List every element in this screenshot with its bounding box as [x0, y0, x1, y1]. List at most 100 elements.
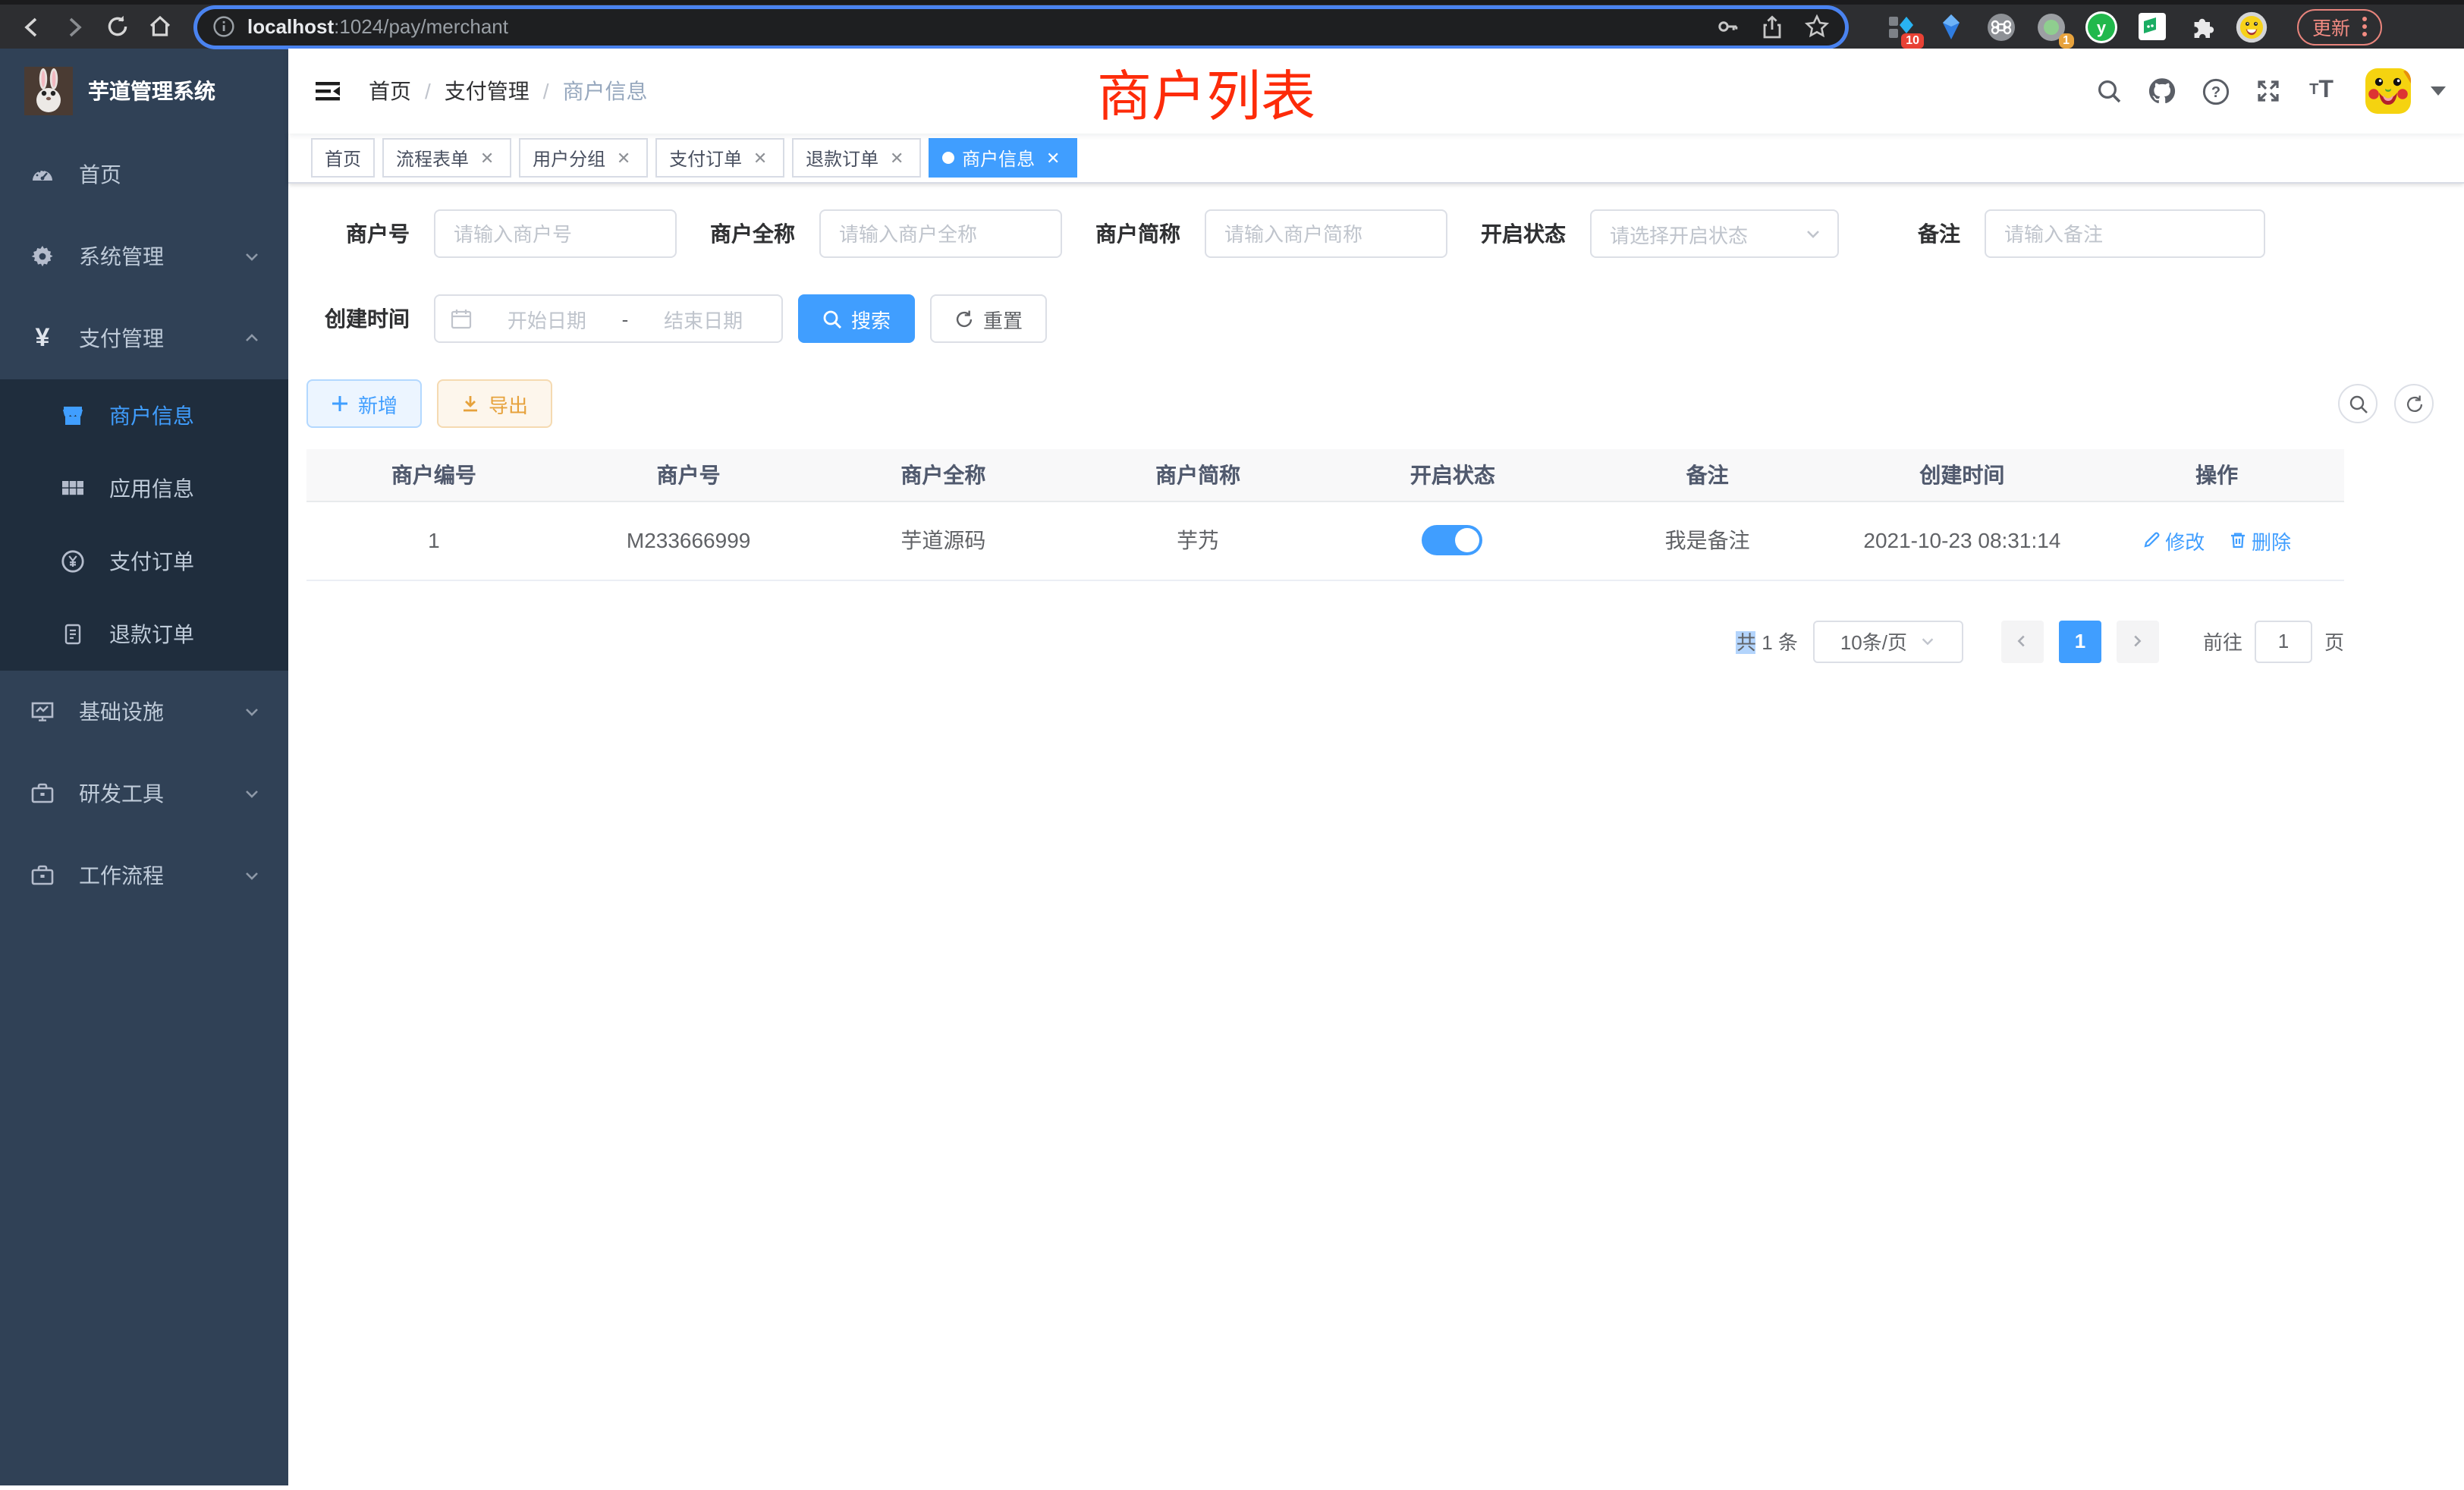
browser-back-icon[interactable]	[15, 10, 49, 43]
extension-y-icon[interactable]: y	[2085, 10, 2118, 43]
gear-icon	[30, 244, 55, 269]
tab-label: 首页	[325, 145, 361, 171]
sidebar-collapse-icon[interactable]	[311, 74, 344, 108]
merchant-no-input[interactable]	[434, 209, 677, 258]
screen: localhost:1024/pay/merchant 10	[0, 0, 2464, 1490]
close-icon[interactable]: ✕	[750, 147, 771, 168]
search-button[interactable]: 搜索	[798, 294, 915, 343]
viewport: localhost:1024/pay/merchant 10	[0, 0, 2464, 1490]
browser-home-icon[interactable]	[143, 10, 176, 43]
sidebar-item-refund-order[interactable]: 退款订单	[0, 598, 288, 671]
close-icon[interactable]: ✕	[613, 147, 634, 168]
add-button[interactable]: 新增	[306, 379, 422, 428]
total-count: 1	[1762, 631, 1772, 654]
toggle-search-button[interactable]	[2338, 384, 2378, 423]
close-icon[interactable]: ✕	[476, 147, 498, 168]
extension-tab-counter-icon[interactable]: 1	[2035, 10, 2068, 43]
tab-home[interactable]: 首页	[311, 138, 375, 178]
sidebar-item-workflow[interactable]: 工作流程	[0, 835, 288, 916]
app-logo-row[interactable]: 芋道管理系统	[0, 49, 288, 134]
tab-merchant-info[interactable]: 商户信息✕	[929, 138, 1077, 178]
browser-menu-icon[interactable]	[2362, 17, 2367, 36]
tab-refund-order[interactable]: 退款订单 ✕	[792, 138, 921, 178]
profile-avatar-icon[interactable]	[2235, 10, 2268, 43]
breadcrumb-home[interactable]: 首页	[369, 76, 411, 106]
chevron-down-icon	[243, 247, 261, 266]
action-label: 删除	[2252, 526, 2291, 555]
filter-full-name: 商户全称	[710, 209, 1062, 258]
help-icon[interactable]: ?	[2197, 73, 2233, 109]
close-icon[interactable]: ✕	[1042, 147, 1064, 168]
goto-page-input[interactable]	[2255, 620, 2312, 662]
next-page-button[interactable]	[2117, 620, 2159, 662]
address-bar[interactable]: localhost:1024/pay/merchant	[197, 8, 1845, 45]
field-label: 创建时间	[306, 303, 410, 334]
extension-chat-icon[interactable]	[2135, 10, 2168, 43]
browser-toolbar: localhost:1024/pay/merchant 10	[0, 0, 2464, 49]
button-label: 搜索	[851, 304, 891, 333]
tab-pay-order[interactable]: 支付订单✕	[655, 138, 784, 178]
bookmark-star-icon[interactable]	[1804, 14, 1830, 39]
tab-label: 退款订单	[806, 145, 878, 171]
sidebar-item-label: 支付订单	[109, 546, 194, 577]
github-icon[interactable]	[2144, 73, 2180, 109]
field-label: 商户全称	[710, 218, 795, 249]
font-size-icon[interactable]: TT	[2303, 73, 2340, 109]
sidebar-item-infrastructure[interactable]: 基础设施	[0, 671, 288, 753]
select-placeholder: 请选择开启状态	[1610, 219, 1748, 248]
date-range-picker[interactable]: 开始日期 - 结束日期	[434, 294, 783, 343]
url-text[interactable]: localhost:1024/pay/merchant	[247, 15, 1714, 38]
extension-command-icon[interactable]	[1985, 10, 2018, 43]
edit-link[interactable]: 修改	[2142, 526, 2205, 555]
share-icon[interactable]	[1760, 14, 1784, 39]
sidebar-item-dev-tools[interactable]: 研发工具	[0, 753, 288, 835]
total-prefix: 共	[1736, 631, 1756, 654]
page-number-1[interactable]: 1	[2059, 620, 2101, 662]
extensions-puzzle-icon[interactable]	[2185, 10, 2218, 43]
status-select[interactable]: 请选择开启状态	[1590, 209, 1839, 258]
remark-input[interactable]	[1985, 209, 2265, 258]
full-name-input[interactable]	[819, 209, 1062, 258]
col-remark: 备注	[1580, 449, 1835, 501]
short-name-input[interactable]	[1205, 209, 1447, 258]
sidebar-item-pay-order[interactable]: 支付订单	[0, 525, 288, 598]
calendar-icon	[451, 308, 472, 329]
cell-merchant-no: M233666999	[561, 501, 816, 580]
table-row: 1 M233666999 芋道源码 芋艿 我是备注 2021-10-23 08:…	[306, 501, 2344, 580]
search-icon	[2348, 394, 2368, 413]
extension-gem-icon[interactable]	[1934, 10, 1968, 43]
user-menu-caret-icon[interactable]	[2431, 86, 2446, 96]
password-key-icon[interactable]	[1714, 14, 1740, 39]
tab-process-form[interactable]: 流程表单✕	[382, 138, 511, 178]
sidebar-item-merchant-info[interactable]: 商户信息	[0, 379, 288, 452]
chrome-update-button[interactable]: 更新	[2297, 8, 2382, 45]
plus-icon	[331, 395, 349, 413]
tab-label: 用户分组	[533, 145, 605, 171]
header-search-icon[interactable]	[2091, 73, 2127, 109]
prev-page-button[interactable]	[2001, 620, 2044, 662]
close-icon[interactable]: ✕	[886, 147, 907, 168]
page-size-select[interactable]: 10条/页	[1813, 620, 1963, 662]
pagination-total: 共 1 条	[1736, 627, 1798, 655]
extension-pinned-icon[interactable]: 10	[1884, 10, 1918, 43]
status-toggle[interactable]	[1422, 525, 1483, 555]
reset-button[interactable]: 重置	[930, 294, 1047, 343]
breadcrumb-payment[interactable]: 支付管理	[445, 76, 530, 106]
sidebar-item-app-info[interactable]: 应用信息	[0, 452, 288, 525]
user-avatar[interactable]	[2365, 68, 2411, 114]
sidebar-item-home[interactable]: 首页	[0, 134, 288, 215]
browser-reload-icon[interactable]	[100, 10, 134, 43]
cell-remark: 我是备注	[1580, 501, 1835, 580]
app-shell: 芋道管理系统 首页 系统管理 ¥ 支付管理	[0, 49, 2464, 1485]
export-button[interactable]: 导出	[437, 379, 552, 428]
browser-forward-icon[interactable]	[58, 10, 91, 43]
refresh-table-button[interactable]	[2394, 384, 2434, 423]
tab-user-group[interactable]: 用户分组 ✕	[519, 138, 648, 178]
grid-icon	[61, 476, 85, 501]
site-info-icon[interactable]	[212, 15, 235, 38]
edit-icon	[2142, 531, 2161, 549]
sidebar-item-payment[interactable]: ¥ 支付管理	[0, 297, 288, 379]
sidebar-item-system[interactable]: 系统管理	[0, 215, 288, 297]
fullscreen-icon[interactable]	[2250, 73, 2286, 109]
delete-link[interactable]: 删除	[2229, 526, 2291, 555]
